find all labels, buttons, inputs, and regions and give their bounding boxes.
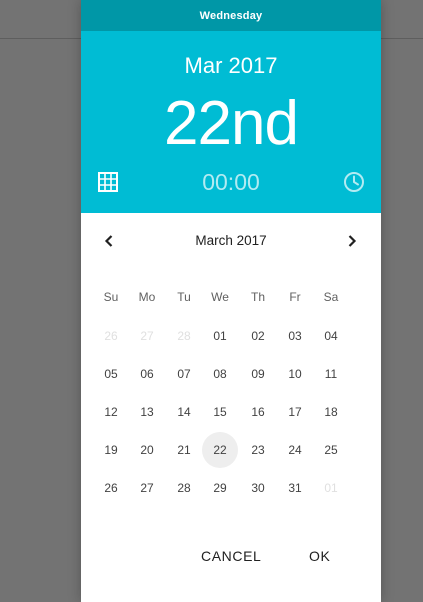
weekday-label: Tu: [177, 290, 191, 304]
calendar-day[interactable]: 29: [202, 470, 238, 506]
calendar-day[interactable]: 24: [277, 432, 313, 468]
calendar-days-grid: 26 27 28 01 02 03 04 05 06 07 08 09 10 11 12 13 14 15 16 17…: [81, 318, 381, 508]
calendar-day[interactable]: 14: [166, 394, 202, 430]
calendar-day[interactable]: 30: [240, 470, 276, 506]
calendar-day[interactable]: 02: [240, 318, 276, 354]
date-time-picker-dialog: Wednesday Mar 2017 22nd 00:00 March 2017…: [81, 0, 381, 602]
calendar-day[interactable]: 27: [129, 470, 165, 506]
header-day[interactable]: 22nd: [81, 89, 381, 159]
day-of-week-bar: Wednesday: [81, 0, 381, 31]
calendar-day-outside-month: 27: [140, 329, 154, 343]
calendar-day[interactable]: 16: [240, 394, 276, 430]
calendar-day-outside-month: 28: [177, 329, 191, 343]
weekday-label: We: [211, 290, 229, 304]
ok-button[interactable]: OK: [309, 548, 330, 564]
calendar-day[interactable]: 18: [313, 394, 349, 430]
weekday-label: Mo: [138, 290, 156, 304]
picker-header: Mar 2017 22nd 00:00: [81, 31, 381, 213]
calendar-day[interactable]: 03: [277, 318, 313, 354]
calendar-day[interactable]: 01: [202, 318, 238, 354]
clock-icon[interactable]: [343, 171, 365, 193]
calendar-day[interactable]: 09: [240, 356, 276, 392]
calendar-day[interactable]: 19: [93, 432, 129, 468]
calendar-day[interactable]: 08: [202, 356, 238, 392]
calendar-day[interactable]: 21: [166, 432, 202, 468]
calendar-day[interactable]: 25: [313, 432, 349, 468]
calendar-day[interactable]: 22: [202, 432, 238, 468]
month-navigation: March 2017: [81, 213, 381, 269]
header-month-year[interactable]: Mar 2017: [81, 53, 381, 79]
calendar-day[interactable]: 20: [129, 432, 165, 468]
calendar-day[interactable]: 31: [277, 470, 313, 506]
chevron-right-icon[interactable]: [342, 231, 362, 251]
calendar-day[interactable]: 05: [93, 356, 129, 392]
calendar-day[interactable]: 11: [313, 356, 349, 392]
calendar-day[interactable]: 23: [240, 432, 276, 468]
calendar-day-outside-month: 01: [324, 481, 338, 495]
cancel-button[interactable]: CANCEL: [201, 548, 261, 564]
calendar-day[interactable]: 17: [277, 394, 313, 430]
weekday-header: Su Mo Tu We Th Fr Sa: [81, 290, 381, 306]
calendar-day[interactable]: 26: [93, 470, 129, 506]
calendar-day[interactable]: 04: [313, 318, 349, 354]
calendar-day-outside-month: 26: [104, 329, 118, 343]
calendar-day[interactable]: 10: [277, 356, 313, 392]
weekday-label: Su: [103, 290, 119, 304]
calendar-day[interactable]: 12: [93, 394, 129, 430]
dialog-actions: CANCEL OK: [81, 548, 381, 572]
month-title: March 2017: [195, 233, 267, 248]
weekday-label: Fr: [289, 290, 301, 304]
weekday-label: Th: [250, 290, 265, 304]
day-of-week-label: Wednesday: [199, 9, 263, 22]
calendar-day[interactable]: 13: [129, 394, 165, 430]
calendar-day[interactable]: 15: [202, 394, 238, 430]
calendar-day[interactable]: 07: [166, 356, 202, 392]
calendar-day[interactable]: 28: [166, 470, 202, 506]
header-time[interactable]: 00:00: [81, 169, 381, 196]
weekday-label: Sa: [323, 290, 339, 304]
calendar-day[interactable]: 06: [129, 356, 165, 392]
